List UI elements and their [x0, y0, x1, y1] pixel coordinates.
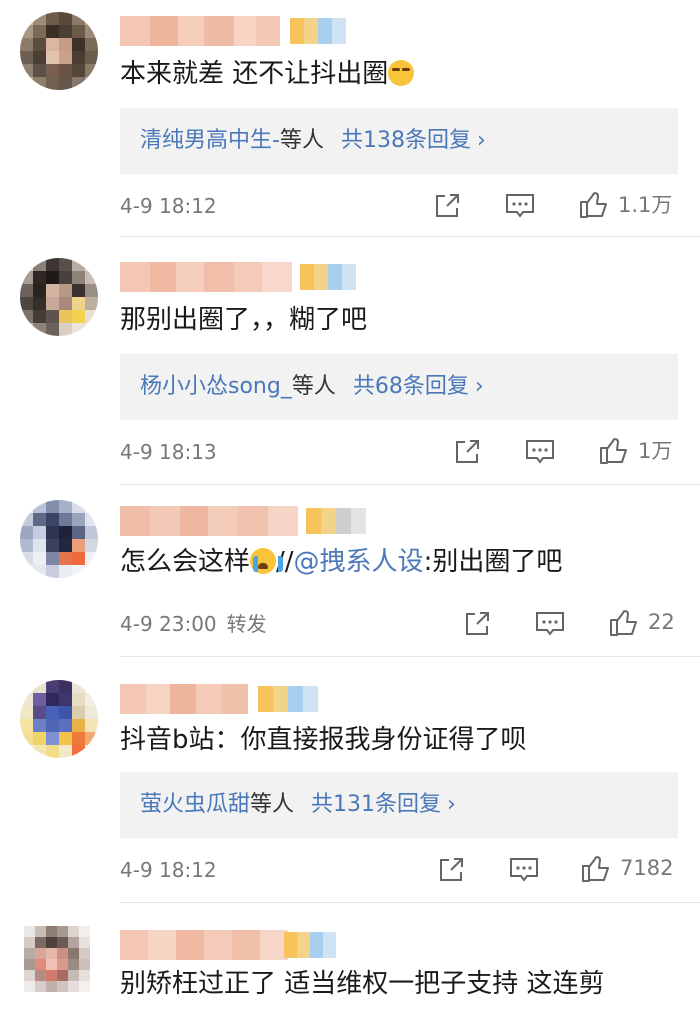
reply-mid-text: 等人	[279, 128, 324, 153]
avatar[interactable]	[20, 12, 98, 90]
comment-meta: 4-9 18:12	[120, 856, 217, 884]
divider	[120, 484, 700, 485]
comment-button[interactable]	[534, 608, 566, 640]
comment-text: 别矫枉过正了 适当维权一把子支持 这连剪	[120, 969, 605, 999]
like-button[interactable]: 1万	[598, 434, 672, 466]
level-badge	[284, 932, 336, 958]
username-blurred[interactable]	[120, 684, 248, 714]
level-badge	[300, 264, 356, 290]
timestamp: 4-9 18:12	[120, 194, 217, 218]
timestamp: 4-9 18:12	[120, 858, 217, 882]
reply-user-link[interactable]: 杨小小怂song_	[140, 374, 292, 399]
comment-text: 怎么会这样//@拽系人设:别出圈了吧	[120, 544, 562, 580]
reply-count[interactable]: 共138条回复	[341, 128, 471, 153]
share-icon	[440, 858, 463, 881]
like-count: 22	[648, 610, 675, 634]
avatar[interactable]	[20, 500, 98, 578]
comment-feed: 本来就差 还不让抖出圈 清纯男高中生-等人 共138条回复 › 4-9 18:12…	[0, 0, 700, 1009]
chevron-right-icon: ›	[476, 128, 486, 153]
thumbs-up-icon	[610, 610, 637, 636]
smirk-emoji-icon	[388, 60, 415, 86]
like-button[interactable]: 22	[608, 606, 675, 638]
comment-text: 那别出圈了，，糊了吧	[120, 305, 368, 335]
comment-text: 抖音b站：你直接报我身份证得了呗	[120, 725, 527, 755]
username-blurred[interactable]	[120, 930, 288, 960]
avatar[interactable]	[20, 258, 98, 336]
like-count: 1万	[638, 439, 673, 463]
comment-icon	[510, 858, 538, 882]
reply-user-link[interactable]: 萤火虫瓜甜	[140, 792, 250, 817]
divider	[120, 236, 700, 237]
share-button[interactable]	[462, 608, 492, 640]
comment-button[interactable]	[508, 854, 540, 886]
comment-text-quoted: :别出圈了吧	[423, 547, 563, 577]
reply-count[interactable]: 共68条回复	[353, 374, 469, 399]
username-blurred[interactable]	[120, 506, 298, 536]
like-button[interactable]: 1.1万	[578, 188, 672, 220]
like-button[interactable]: 7182	[580, 852, 673, 884]
avatar[interactable]	[24, 926, 90, 992]
timestamp: 4-9 18:13	[120, 440, 217, 464]
thumbs-up-icon	[600, 438, 627, 464]
comment-text-content: 本来就差 还不让抖出圈	[120, 59, 389, 89]
comment-meta: 4-9 18:13	[120, 438, 217, 466]
share-button[interactable]	[436, 854, 466, 886]
reply-summary[interactable]: 清纯男高中生-等人 共138条回复 ›	[120, 108, 678, 174]
comment-button[interactable]	[524, 436, 556, 468]
level-badge	[258, 686, 318, 712]
reply-summary[interactable]: 萤火虫瓜甜等人 共131条回复 ›	[120, 772, 678, 838]
comment-meta: 4-9 18:12	[120, 192, 217, 220]
comment-icon	[506, 194, 534, 218]
comment-text-content: 怎么会这样	[120, 547, 251, 577]
reply-mid-text: 等人	[250, 792, 295, 817]
reply-count[interactable]: 共131条回复	[311, 792, 441, 817]
share-icon	[456, 440, 479, 463]
chevron-right-icon: ›	[447, 792, 456, 817]
username-blurred[interactable]	[120, 262, 292, 292]
comment-text: 本来就差 还不让抖出圈	[120, 56, 415, 92]
repost-label: 转发	[226, 612, 267, 636]
reply-user-link[interactable]: 清纯男高中生-	[140, 128, 280, 153]
like-count: 7182	[620, 856, 674, 880]
avatar[interactable]	[20, 680, 98, 758]
comment-button[interactable]	[504, 190, 536, 222]
comment-icon	[526, 440, 554, 464]
reply-summary[interactable]: 杨小小怂song_等人 共68条回复 ›	[120, 354, 678, 420]
level-badge	[306, 508, 366, 534]
username-blurred[interactable]	[120, 16, 280, 46]
share-icon	[466, 612, 489, 635]
thumbs-up-icon	[582, 856, 609, 882]
level-badge	[290, 18, 346, 44]
chevron-right-icon: ›	[474, 374, 484, 399]
like-count: 1.1万	[618, 193, 673, 217]
divider	[120, 656, 700, 657]
divider	[120, 902, 700, 903]
timestamp: 4-9 23:00	[120, 612, 217, 636]
share-button[interactable]	[452, 436, 482, 468]
comment-icon	[536, 612, 564, 636]
reply-mid-text: 等人	[291, 374, 336, 399]
mention-link[interactable]: @拽系人设	[294, 547, 424, 577]
crying-emoji-icon	[250, 548, 284, 574]
share-icon	[436, 194, 459, 217]
comment-meta: 4-9 23:00 转发	[120, 610, 267, 638]
thumbs-up-icon	[580, 192, 607, 218]
share-button[interactable]	[432, 190, 462, 222]
